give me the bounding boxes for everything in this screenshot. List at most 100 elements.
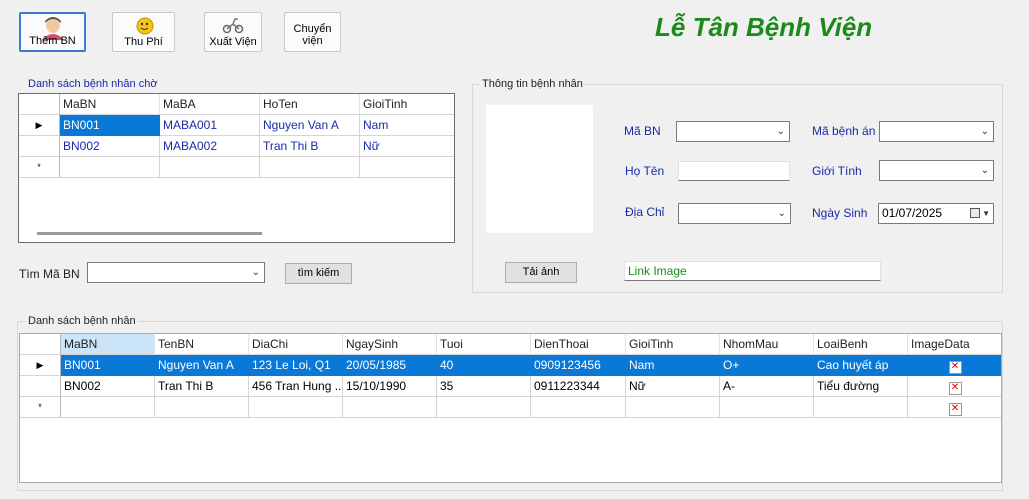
col-header-imagedata[interactable]: ImageData [908, 334, 1001, 355]
upload-image-button[interactable]: Tải ảnh [505, 262, 577, 283]
patient-cell[interactable]: Nam [626, 355, 720, 376]
chevron-down-icon[interactable]: ▼ [982, 204, 990, 223]
fee-button[interactable]: Thu Phí [112, 12, 175, 52]
fee-label: Thu Phí [124, 36, 163, 48]
chevron-down-icon[interactable]: ⌄ [777, 122, 785, 141]
new-row-marker[interactable]: * [20, 397, 61, 418]
patient-cell[interactable]: 123 Le Loi, Q1 [249, 355, 343, 376]
waiting-cell[interactable] [160, 157, 260, 178]
patient-cell[interactable]: 40 [437, 355, 531, 376]
broken-image-icon: ✕ [948, 403, 962, 416]
image-cell[interactable]: ✕ [908, 355, 1001, 376]
waiting-cell[interactable] [360, 157, 454, 178]
new-row-marker[interactable]: * [19, 157, 60, 178]
patient-cell[interactable]: Tran Thi B [155, 376, 249, 397]
gioi-tinh-combo[interactable]: ⌄ [879, 160, 994, 181]
waiting-cell[interactable]: Tran Thi B [260, 136, 360, 157]
patient-cell[interactable]: 20/05/1985 [343, 355, 437, 376]
header-corner [19, 94, 60, 115]
broken-image-icon: ✕ [948, 382, 962, 395]
patient-cell[interactable]: Nữ [626, 376, 720, 397]
patient-cell[interactable]: 0909123456 [531, 355, 626, 376]
patient-cell[interactable]: 456 Tran Hung ... [249, 376, 343, 397]
waiting-cell[interactable]: Nữ [360, 136, 454, 157]
col-header-hoten[interactable]: HoTen [260, 94, 360, 115]
waiting-cell[interactable]: BN002 [60, 136, 160, 157]
waiting-list-title: Danh sách bệnh nhân chờ [26, 78, 160, 90]
col-header-dienthoai[interactable]: DienThoai [531, 334, 626, 355]
waiting-cell[interactable]: MABA002 [160, 136, 260, 157]
ngay-sinh-label: Ngày Sinh [812, 206, 868, 220]
patient-cell[interactable] [61, 397, 155, 418]
image-cell[interactable]: ✕ [908, 397, 1001, 418]
col-header-gioitinh[interactable]: GioiTinh [360, 94, 454, 115]
ho-ten-field[interactable] [678, 161, 790, 181]
patient-cell[interactable]: 35 [437, 376, 531, 397]
add-patient-button[interactable]: Thêm BN [19, 12, 86, 52]
col-header-mabn[interactable]: MaBN [60, 94, 160, 115]
patient-cell[interactable]: Tiểu đường [814, 376, 908, 397]
add-patient-label: Thêm BN [29, 35, 76, 47]
patient-cell[interactable]: 15/10/1990 [343, 376, 437, 397]
dia-chi-combo[interactable]: ⌄ [678, 203, 791, 224]
header-corner [20, 334, 61, 355]
col-header-nhommau[interactable]: NhomMau [720, 334, 814, 355]
col-header-ngaysinh[interactable]: NgaySinh [343, 334, 437, 355]
patient-grid[interactable]: MaBN TenBN DiaChi NgaySinh Tuoi DienThoa… [19, 333, 1002, 483]
discharge-button[interactable]: Xuất Viện [204, 12, 262, 52]
col-header-maba[interactable]: MaBA [160, 94, 260, 115]
patient-cell[interactable] [531, 397, 626, 418]
search-combo[interactable]: ⌄ [87, 262, 265, 283]
patient-cell[interactable] [814, 397, 908, 418]
patient-cell[interactable] [437, 397, 531, 418]
ngay-sinh-picker[interactable]: 01/07/2025 ▼ [878, 203, 994, 224]
patient-cell[interactable]: O+ [720, 355, 814, 376]
chevron-down-icon[interactable]: ⌄ [778, 204, 786, 223]
current-row-marker[interactable]: ▶ [20, 355, 61, 376]
horizontal-scrollbar[interactable] [37, 232, 262, 235]
chevron-down-icon[interactable]: ⌄ [981, 161, 989, 180]
patient-cell[interactable]: BN001 [61, 355, 155, 376]
ma-bn-combo[interactable]: ⌄ [676, 121, 790, 142]
link-image-field[interactable]: Link Image [624, 261, 881, 281]
search-button[interactable]: tìm kiếm [285, 263, 352, 284]
patient-cell[interactable]: A- [720, 376, 814, 397]
col-header-gioitinh[interactable]: GioiTinh [626, 334, 720, 355]
broken-image-icon: ✕ [948, 361, 962, 374]
patient-cell[interactable] [155, 397, 249, 418]
patient-list-title: Danh sách bệnh nhân [26, 315, 138, 327]
patient-cell[interactable] [249, 397, 343, 418]
transfer-label: Chuyển viện [293, 23, 332, 47]
patient-cell[interactable]: Cao huyết áp [814, 355, 908, 376]
col-header-tenbn[interactable]: TenBN [155, 334, 249, 355]
patient-cell[interactable]: BN002 [61, 376, 155, 397]
waiting-cell[interactable]: Nam [360, 115, 454, 136]
waiting-cell[interactable] [260, 157, 360, 178]
waiting-grid[interactable]: MaBN MaBA HoTen GioiTinh ▶ BN001 MABA001… [18, 93, 455, 243]
app-title: Lễ Tân Bệnh Viện [655, 12, 873, 42]
ma-benh-an-combo[interactable]: ⌄ [879, 121, 994, 142]
row-header[interactable] [19, 136, 60, 157]
current-row-marker[interactable]: ▶ [19, 115, 60, 136]
patient-cell[interactable]: Nguyen Van A [155, 355, 249, 376]
ma-bn-label: Mã BN [624, 124, 661, 138]
chevron-down-icon[interactable]: ⌄ [252, 263, 260, 282]
waiting-cell[interactable]: Nguyen Van A [260, 115, 360, 136]
discharge-label: Xuất Viện [209, 36, 257, 48]
image-cell[interactable]: ✕ [908, 376, 1001, 397]
row-header[interactable] [20, 376, 61, 397]
col-header-diachi[interactable]: DiaChi [249, 334, 343, 355]
calendar-icon[interactable] [970, 208, 980, 218]
waiting-cell[interactable]: BN001 [60, 115, 160, 136]
col-header-tuoi[interactable]: Tuoi [437, 334, 531, 355]
chevron-down-icon[interactable]: ⌄ [981, 122, 989, 141]
waiting-cell[interactable]: MABA001 [160, 115, 260, 136]
transfer-button[interactable]: Chuyển viện [284, 12, 341, 52]
patient-cell[interactable] [343, 397, 437, 418]
patient-cell[interactable]: 0911223344 [531, 376, 626, 397]
col-header-mabn[interactable]: MaBN [61, 334, 155, 355]
col-header-loaibenh[interactable]: LoaiBenh [814, 334, 908, 355]
patient-cell[interactable] [720, 397, 814, 418]
patient-cell[interactable] [626, 397, 720, 418]
waiting-cell[interactable] [60, 157, 160, 178]
